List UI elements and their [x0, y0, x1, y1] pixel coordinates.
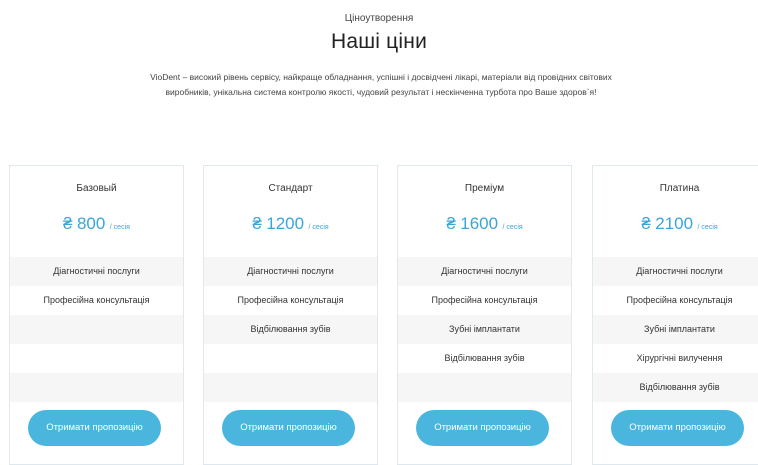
plan-price: ₴ 800 / сесія: [10, 214, 183, 234]
price-amount: 1600: [460, 214, 499, 233]
feature-item: [398, 373, 571, 402]
feature-item: Діагностичні послуги: [398, 257, 571, 286]
pricing-card-platinum: Платина ₴ 2100 / сесія Діагностичні посл…: [592, 165, 758, 465]
get-offer-button[interactable]: Отримати пропозицію: [222, 410, 355, 446]
price-period: / сесія: [109, 224, 130, 231]
plan-name: Платина: [659, 183, 700, 194]
plan-name: Преміум: [464, 183, 505, 194]
feature-item: Зубні імплантати: [593, 315, 758, 344]
currency-symbol: ₴: [252, 214, 262, 233]
feature-item: Діагностичні послуги: [204, 257, 377, 286]
get-offer-button[interactable]: Отримати пропозицію: [611, 410, 744, 446]
pricing-eyebrow: Ціноутворення: [344, 13, 414, 24]
price-amount: 2100: [655, 214, 694, 233]
feature-item: Професійна консультація: [626, 295, 733, 305]
feature-item: [10, 344, 183, 373]
feature-item: Професійна консультація: [431, 295, 538, 305]
feature-item: [204, 373, 377, 402]
feature-item: [10, 315, 183, 344]
pricing-card-premium: Преміум ₴ 1600 / сесія Діагностичні посл…: [397, 165, 572, 465]
get-offer-button[interactable]: Отримати пропозицію: [28, 410, 161, 446]
feature-list: Діагностичні послуги Професійна консульт…: [204, 257, 377, 402]
get-offer-button[interactable]: Отримати пропозицію: [416, 410, 549, 446]
price-period: / сесія: [697, 224, 718, 231]
pricing-card-standard: Стандарт ₴ 1200 / сесія Діагностичні пос…: [203, 165, 378, 465]
plan-price: ₴ 1600 / сесія: [398, 214, 571, 234]
currency-symbol: ₴: [446, 214, 456, 233]
feature-item: [204, 344, 377, 373]
feature-item: Відбілювання зубів: [444, 353, 525, 363]
pricing-description: VioDent – високий рівень сервісу, найкра…: [150, 72, 612, 97]
pricing-title: Наші ціни: [330, 30, 427, 53]
currency-symbol: ₴: [641, 214, 651, 233]
plan-name: Базовый: [76, 183, 117, 194]
feature-item: [10, 373, 183, 402]
feature-item: Професійна консультація: [43, 295, 150, 305]
feature-item: Діагностичні послуги: [10, 257, 183, 286]
feature-item: Діагностичні послуги: [593, 257, 758, 286]
currency-symbol: ₴: [63, 214, 73, 233]
feature-list: Діагностичні послуги Професійна консульт…: [593, 257, 758, 402]
price-period: / сесія: [502, 224, 523, 231]
price-period: / сесія: [308, 224, 329, 231]
feature-item: Відбілювання зубів: [204, 315, 377, 344]
price-amount: 1200: [266, 214, 305, 233]
plan-name: Стандарт: [268, 183, 313, 194]
feature-list: Діагностичні послуги Професійна консульт…: [398, 257, 571, 402]
pricing-card-basic: Базовый ₴ 800 / сесія Діагностичні послу…: [9, 165, 184, 465]
feature-item: Відбілювання зубів: [593, 373, 758, 402]
feature-list: Діагностичні послуги Професійна консульт…: [10, 257, 183, 402]
feature-item: Зубні імплантати: [398, 315, 571, 344]
plan-price: ₴ 1200 / сесія: [204, 214, 377, 234]
plan-price: ₴ 2100 / сесія: [593, 214, 758, 234]
feature-item: Хірургічні вилучення: [636, 353, 723, 363]
price-amount: 800: [76, 214, 106, 233]
feature-item: Професійна консультація: [237, 295, 344, 305]
